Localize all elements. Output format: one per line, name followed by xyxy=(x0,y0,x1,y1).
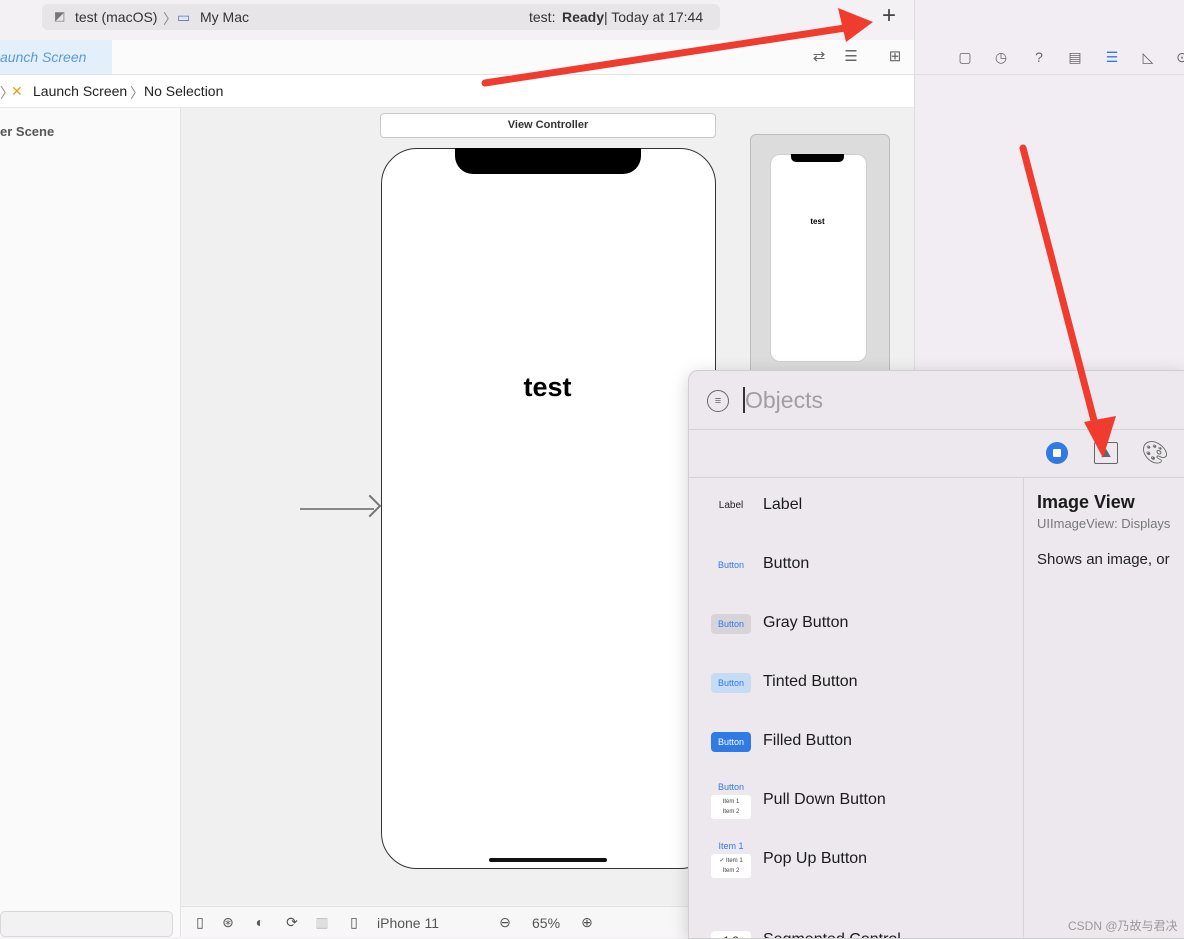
detail-subtitle: UIImageView: Displays xyxy=(1037,516,1171,531)
detail-description: Shows an image, or xyxy=(1037,551,1170,568)
objects-tab-icon[interactable] xyxy=(1046,442,1068,464)
library-item-pop-up-button[interactable]: Item 1 ✓ Item 1 Item 2 Pop Up Button xyxy=(689,832,1023,891)
image-tab-icon[interactable]: ⛰ xyxy=(1094,442,1118,464)
library-tabs: ⛰ 🎨︎ xyxy=(689,430,1184,478)
add-library-button[interactable]: + xyxy=(876,4,902,30)
device-name[interactable]: iPhone 11 xyxy=(377,915,439,931)
tab-label: aunch Screen xyxy=(0,49,87,65)
zoom-level[interactable]: 65% xyxy=(532,915,560,931)
library-item-name: Pull Down Button xyxy=(763,791,886,808)
library-item-label[interactable]: Label Label xyxy=(689,478,1023,537)
breadcrumb-file[interactable]: Launch Screen xyxy=(33,83,127,99)
library-item-tinted-button[interactable]: Button Tinted Button xyxy=(689,655,1023,714)
swap-icon[interactable]: ⇄ xyxy=(808,46,830,68)
outline-scene-item[interactable]: er Scene xyxy=(0,124,54,139)
inspector-tabs: ▢ ◷ ? ▤ ☰ ◺ ⊙ xyxy=(915,40,1184,75)
split-icon[interactable]: ▥ xyxy=(313,913,331,931)
test-label[interactable]: test xyxy=(381,372,714,403)
scheme-selector[interactable]: ◩ test (macOS) 〉 ▭ My Mac test: Ready | … xyxy=(42,4,720,30)
library-item-pull-down-button[interactable]: Button Item 1 Item 2 Pull Down Button xyxy=(689,773,1023,832)
chevron-right-icon: 〉 xyxy=(130,85,144,101)
zoom-out-icon[interactable]: ⊖ xyxy=(496,913,514,931)
app-icon: ◩ xyxy=(54,9,66,23)
orientation-icon[interactable]: ⟳ xyxy=(283,913,301,931)
help-icon[interactable]: ? xyxy=(1029,47,1049,67)
document-outline: er Scene xyxy=(0,108,181,937)
watermark: CSDN @乃故与君决 xyxy=(1068,919,1178,933)
minimap-label: test xyxy=(810,217,825,226)
library-item-name: Label xyxy=(763,496,803,513)
pop-up-menu-preview: ✓ Item 1 Item 2 xyxy=(711,854,751,878)
library-search-bar: ≡ Objects xyxy=(689,371,1184,430)
device-icon[interactable]: ▯ xyxy=(345,913,363,931)
laptop-icon: ▭ xyxy=(177,9,191,25)
filled-button-thumbnail: Button xyxy=(711,732,751,752)
library-item-name: Gray Button xyxy=(763,614,849,631)
detail-title: Image View xyxy=(1037,492,1135,512)
sidebar-toggle-icon[interactable]: ▯ xyxy=(191,913,209,931)
zoom-in-icon[interactable]: ⊕ xyxy=(578,913,596,931)
library-item-gray-button[interactable]: Button Gray Button xyxy=(689,596,1023,655)
minimap-phone xyxy=(770,154,867,362)
scheme-name[interactable]: test (macOS) xyxy=(75,9,157,25)
status-time: | Today at 17:44 xyxy=(604,9,704,25)
accessibility-icon[interactable]: ⊛ xyxy=(219,913,237,931)
chevron-right-icon: 〉 xyxy=(163,11,177,27)
pull-down-menu-preview: Item 1 Item 2 xyxy=(711,795,751,819)
library-list: Label Label Button Button Button Gray Bu… xyxy=(689,478,1024,938)
object-library-popup: ≡ Objects ⛰ 🎨︎ Label Label Button Button… xyxy=(688,370,1184,939)
editor-tab-bar: aunch Screen ⇄ ☰ ⊞ xyxy=(0,40,914,75)
iphone-frame[interactable] xyxy=(381,148,716,869)
attributes-icon[interactable]: ☰ xyxy=(1102,47,1122,67)
label-thumbnail: Label xyxy=(718,500,744,511)
storyboard-icon: ✕ xyxy=(11,83,23,99)
tinted-button-thumbnail: Button xyxy=(711,673,751,693)
file-inspector-icon[interactable]: ▢ xyxy=(955,47,975,67)
library-item-button[interactable]: Button Button xyxy=(689,537,1023,596)
library-item-name: Segmented Control xyxy=(763,931,901,938)
status-prefix: test: xyxy=(529,9,556,25)
status-state: Ready xyxy=(562,9,605,25)
color-palette-icon[interactable]: 🎨︎ xyxy=(1141,440,1169,466)
connections-icon[interactable]: ⊙ xyxy=(1172,47,1184,67)
toolbar: ◩ test (macOS) 〉 ▭ My Mac test: Ready | … xyxy=(0,0,914,38)
lines-icon[interactable]: ☰ xyxy=(840,46,862,68)
appearance-icon[interactable]: ◐ xyxy=(251,913,269,931)
size-icon[interactable]: ◺ xyxy=(1138,47,1158,67)
segmented-thumbnail: 1 2 xyxy=(711,931,751,938)
filter-icon[interactable]: ≡ xyxy=(707,390,729,412)
identity-icon[interactable]: ▤ xyxy=(1065,47,1085,67)
gray-button-thumbnail: Button xyxy=(711,614,751,634)
tab-launch-screen[interactable]: aunch Screen xyxy=(0,40,112,74)
library-detail: Image View UIImageView: Displays Shows a… xyxy=(1024,478,1184,938)
destination-name[interactable]: My Mac xyxy=(200,9,249,25)
library-item-name: Pop Up Button xyxy=(763,850,868,867)
add-editor-icon[interactable]: ⊞ xyxy=(884,46,906,68)
library-item-name: Filled Button xyxy=(763,732,852,749)
breadcrumb-selection[interactable]: No Selection xyxy=(144,83,223,99)
history-icon[interactable]: ◷ xyxy=(991,47,1011,67)
library-item-segmented-control[interactable]: 1 2 Segmented Control xyxy=(689,891,1023,938)
view-controller-header[interactable]: View Controller xyxy=(380,113,716,138)
home-indicator xyxy=(489,858,607,862)
pop-up-thumbnail: Item 1 xyxy=(718,841,744,851)
phone-notch xyxy=(455,148,641,174)
outline-filter-field[interactable] xyxy=(0,911,173,937)
library-item-name: Button xyxy=(763,555,810,572)
breadcrumb: 〉 ✕ Launch Screen 〉 No Selection xyxy=(0,75,914,108)
pull-down-thumbnail: Button xyxy=(717,782,745,792)
library-item-filled-button[interactable]: Button Filled Button xyxy=(689,714,1023,773)
minimap-notch xyxy=(791,154,844,162)
button-thumbnail: Button xyxy=(717,560,745,570)
library-item-name: Tinted Button xyxy=(763,673,858,690)
search-input[interactable]: Objects xyxy=(745,387,823,414)
